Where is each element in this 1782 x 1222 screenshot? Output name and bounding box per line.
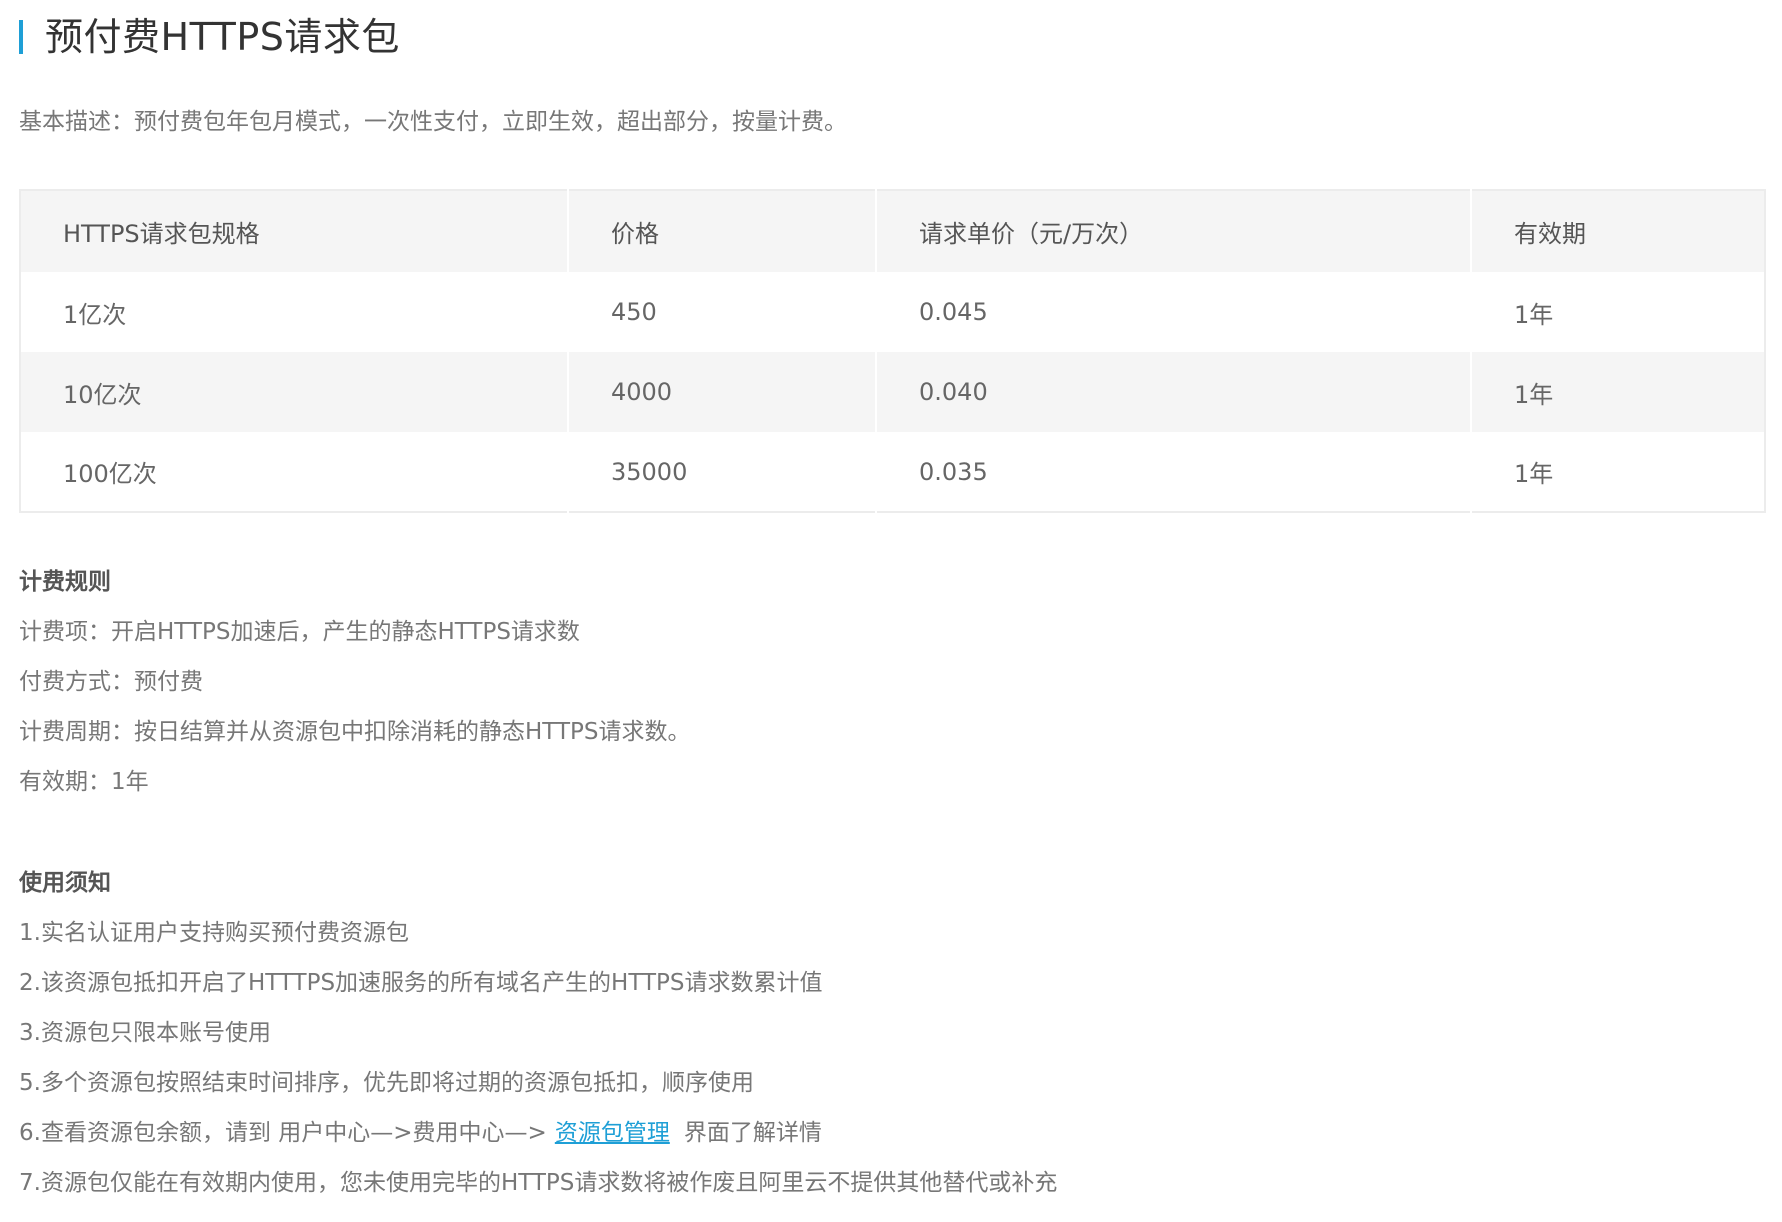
cell-unit-price: 0.035: [875, 432, 1471, 512]
cell-validity: 1年: [1470, 432, 1765, 512]
table-header-row: HTTPS请求包规格 价格 请求单价（元/万次） 有效期: [20, 190, 1765, 272]
note-line: 2.该资源包抵扣开启了HTTTPS加速服务的所有域名产生的HTTPS请求数累计值: [19, 970, 823, 996]
pricing-table: HTTPS请求包规格 价格 请求单价（元/万次） 有效期 1亿次 450 0.0…: [19, 189, 1766, 513]
usage-notes-heading: 使用须知: [19, 870, 111, 896]
note-line-balance: 6.查看资源包余额，请到 用户中心—>费用中心—> 资源包管理 界面了解详情: [19, 1117, 1719, 1149]
cell-unit-price: 0.040: [875, 352, 1471, 432]
title-accent-bar: [19, 20, 23, 54]
usage-notes-section: 使用须知 1.实名认证用户支持购买预付费资源包 2.该资源包抵扣开启了HTTTP…: [19, 867, 1719, 1199]
basic-description: 基本描述：预付费包年包月模式，一次性支付，立即生效，超出部分，按量计费。: [19, 109, 847, 135]
cell-validity: 1年: [1470, 272, 1765, 352]
note-line: 3.资源包只限本账号使用: [19, 1020, 271, 1046]
note-balance-suffix: 界面了解详情: [683, 1120, 822, 1146]
note-line: 1.实名认证用户支持购买预付费资源包: [19, 920, 409, 946]
note-line: 7.资源包仅能在有效期内使用，您未使用完毕的HTTPS请求数将被作废且阿里云不提…: [19, 1170, 1058, 1196]
cell-price: 450: [567, 272, 876, 352]
cell-price: 4000: [567, 352, 876, 432]
table-row: 1亿次 450 0.045 1年: [20, 272, 1765, 352]
billing-rules-section: 计费规则 计费项：开启HTTPS加速后，产生的静态HTTPS请求数 付费方式：预…: [19, 566, 1719, 798]
billing-item-line: 计费项：开启HTTPS加速后，产生的静态HTTPS请求数: [19, 619, 580, 645]
cell-spec: 10亿次: [63, 380, 142, 409]
column-header-spec: HTTPS请求包规格: [63, 220, 260, 248]
column-header-unit-price: 请求单价（元/万次）: [875, 190, 1471, 272]
billing-method-line: 付费方式：预付费: [19, 669, 203, 695]
cell-validity: 1年: [1470, 352, 1765, 432]
cell-unit-price: 0.045: [875, 272, 1471, 352]
table-row: 10亿次 4000 0.040 1年: [20, 352, 1765, 432]
billing-rules-heading: 计费规则: [19, 569, 111, 595]
page-header: 预付费HTTPS请求包: [19, 14, 400, 60]
cell-spec: 100亿次: [63, 460, 157, 488]
page-title: 预付费HTTPS请求包: [45, 15, 400, 59]
cell-price: 35000: [567, 432, 876, 512]
table-row: 100亿次 35000 0.035 1年: [20, 432, 1765, 512]
column-header-validity: 有效期: [1470, 190, 1765, 272]
billing-cycle-line: 计费周期：按日结算并从资源包中扣除消耗的静态HTTPS请求数。: [19, 719, 691, 745]
cell-spec: 1亿次: [63, 300, 127, 329]
billing-validity-line: 有效期：1年: [19, 769, 149, 795]
resource-package-management-link[interactable]: 资源包管理: [555, 1120, 670, 1146]
note-balance-prefix: 6.查看资源包余额，请到 用户中心—>费用中心—>: [19, 1120, 547, 1146]
note-line: 5.多个资源包按照结束时间排序，优先即将过期的资源包抵扣，顺序使用: [19, 1070, 754, 1096]
column-header-price: 价格: [567, 190, 876, 272]
